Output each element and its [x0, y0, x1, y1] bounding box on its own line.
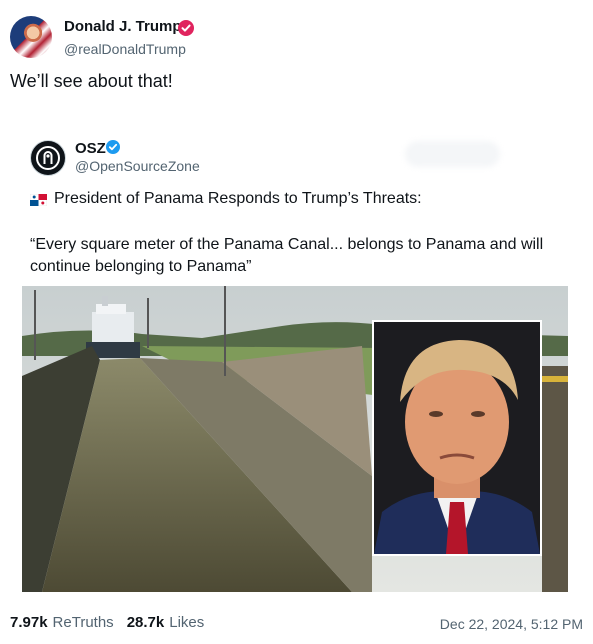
post-text: We’ll see about that! [10, 71, 173, 91]
quoted-headline: President of Panama Responds to Trump’s … [29, 190, 422, 208]
retruths-label[interactable]: ReTruths [53, 614, 114, 631]
post-timestamp[interactable]: Dec 22, 2024, 5:12 PM [440, 616, 583, 632]
retruths-count[interactable]: 7.97k [10, 614, 48, 631]
quoted-author-handle[interactable]: @OpenSourceZone [75, 158, 200, 174]
quoted-author-name[interactable]: OSZ [75, 140, 106, 157]
author-handle[interactable]: @realDonaldTrump [64, 41, 186, 57]
verified-badge-icon [178, 20, 194, 36]
author-avatar[interactable] [10, 16, 52, 58]
osz-avatar[interactable] [30, 140, 66, 176]
engagement-stats: 7.97k ReTruths 28.7k Likes [10, 614, 204, 631]
likes-label[interactable]: Likes [169, 614, 204, 631]
author-name[interactable]: Donald J. Trump [64, 18, 182, 35]
panama-flag-icon [29, 193, 48, 207]
quote-text: “Every square meter of the Panama Canal.… [30, 236, 544, 275]
headline-text: President of Panama Responds to Trump’s … [54, 190, 422, 207]
likes-count[interactable]: 28.7k [127, 614, 165, 631]
portrait-inset-photo[interactable] [372, 320, 542, 556]
blurred-region [405, 141, 500, 167]
verified-badge-icon [106, 140, 120, 154]
